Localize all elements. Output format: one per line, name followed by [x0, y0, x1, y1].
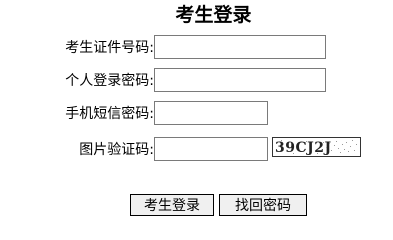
captcha-input[interactable] [154, 137, 268, 161]
id-number-label: 考生证件号码: [65, 40, 154, 56]
login-password-label: 个人登录密码: [65, 73, 154, 89]
login-password-input[interactable] [154, 68, 326, 92]
page-title: 考生登录 [175, 4, 252, 26]
sms-password-label: 手机短信密码: [65, 106, 154, 122]
login-button[interactable]: 考生登录 [130, 194, 214, 216]
captcha-image[interactable]: 39CJ2J [272, 137, 361, 157]
sms-password-input[interactable] [154, 101, 268, 125]
id-number-input[interactable] [154, 35, 326, 59]
captcha-label: 图片验证码: [79, 142, 154, 158]
recover-password-button[interactable]: 找回密码 [219, 194, 307, 216]
